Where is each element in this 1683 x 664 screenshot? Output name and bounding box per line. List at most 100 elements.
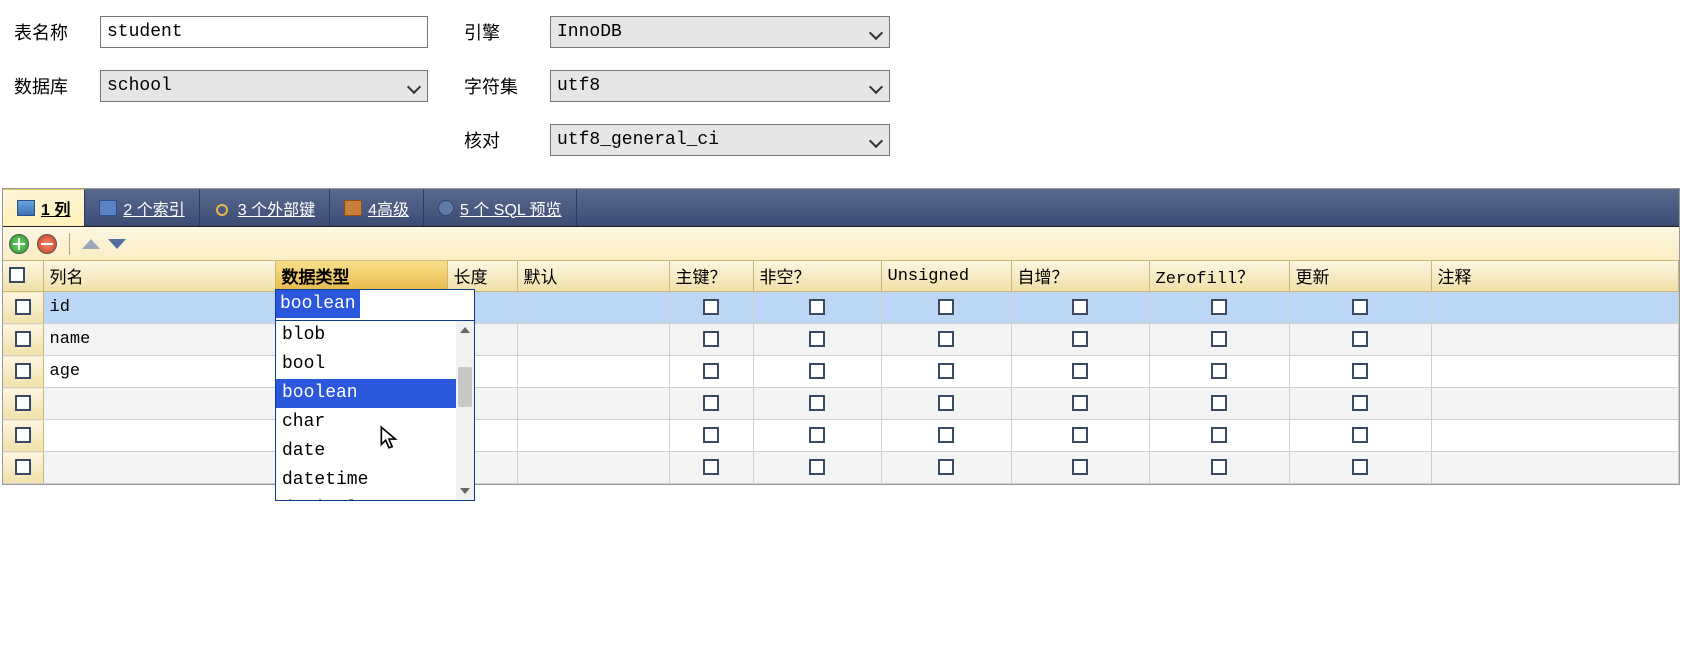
cell-nn[interactable] [753,452,881,484]
cell-default[interactable] [517,452,669,484]
header-update[interactable]: 更新 [1289,261,1431,292]
cell-comment[interactable] [1431,356,1679,388]
cell-ai[interactable] [1011,292,1149,324]
cell-comment[interactable] [1431,388,1679,420]
cell-zf[interactable] [1149,356,1289,388]
select-collation[interactable]: utf8_general_ci [550,124,890,156]
datatype-dropdown[interactable]: blobboolbooleanchardatedatetimedecimal [275,320,475,501]
row-select-cell[interactable] [3,324,43,356]
cell-ai[interactable] [1011,324,1149,356]
datatype-option[interactable]: bool [276,350,474,379]
cell-update[interactable] [1289,452,1431,484]
cell-default[interactable] [517,356,669,388]
cell-nn[interactable] [753,324,881,356]
cell-column-name[interactable] [43,452,275,484]
cell-update[interactable] [1289,292,1431,324]
cell-zf[interactable] [1149,388,1289,420]
cell-unsigned[interactable] [881,388,1011,420]
header-datatype[interactable]: 数据类型 [275,261,447,292]
cell-pk[interactable] [669,388,753,420]
tab-advanced[interactable]: 4高级 [330,189,424,226]
cell-default[interactable] [517,388,669,420]
cell-pk[interactable] [669,420,753,452]
header-primary-key[interactable]: 主键？ [669,261,753,292]
row-select-cell[interactable] [3,292,43,324]
cell-update[interactable] [1289,324,1431,356]
cell-default[interactable] [517,324,669,356]
scroll-thumb[interactable] [458,367,472,407]
cell-ai[interactable] [1011,452,1149,484]
cell-comment[interactable] [1431,292,1679,324]
select-engine[interactable]: InnoDB [550,16,890,48]
cell-unsigned[interactable] [881,452,1011,484]
cell-comment[interactable] [1431,420,1679,452]
cell-unsigned[interactable] [881,420,1011,452]
select-charset[interactable]: utf8 [550,70,890,102]
cell-nn[interactable] [753,356,881,388]
cell-pk[interactable] [669,292,753,324]
cell-nn[interactable] [753,292,881,324]
delete-row-button[interactable] [37,234,57,254]
cell-ai[interactable] [1011,420,1149,452]
cell-column-name[interactable]: name [43,324,275,356]
dropdown-scrollbar[interactable] [456,321,474,500]
cell-update[interactable] [1289,356,1431,388]
row-select-cell[interactable] [3,420,43,452]
cell-pk[interactable] [669,452,753,484]
cell-zf[interactable] [1149,452,1289,484]
datatype-cell-editor[interactable]: boolean [275,289,475,321]
cell-column-name[interactable]: id [43,292,275,324]
datatype-option[interactable]: boolean [276,379,474,408]
header-comment[interactable]: 注释 [1431,261,1679,292]
cell-comment[interactable] [1431,324,1679,356]
header-not-null[interactable]: 非空？ [753,261,881,292]
cell-default[interactable] [517,292,669,324]
cell-ai[interactable] [1011,388,1149,420]
cell-update[interactable] [1289,420,1431,452]
header-unsigned[interactable]: Unsigned [881,261,1011,292]
move-up-button[interactable] [82,239,100,249]
datatype-option[interactable]: decimal [276,495,474,500]
header-default[interactable]: 默认 [517,261,669,292]
scroll-up-button[interactable] [456,321,474,339]
datatype-option[interactable]: blob [276,321,474,350]
cell-ai[interactable] [1011,356,1149,388]
header-length[interactable]: 长度 [447,261,517,292]
row-select-cell[interactable] [3,388,43,420]
input-table-name[interactable] [100,16,428,48]
cell-nn[interactable] [753,420,881,452]
datatype-option[interactable]: datetime [276,466,474,495]
cell-comment[interactable] [1431,452,1679,484]
scroll-down-button[interactable] [456,482,474,500]
table-row[interactable] [3,452,1679,484]
move-down-button[interactable] [108,239,126,249]
table-row[interactable]: name [3,324,1679,356]
table-row[interactable] [3,420,1679,452]
cell-update[interactable] [1289,388,1431,420]
cell-unsigned[interactable] [881,324,1011,356]
select-database[interactable]: school [100,70,428,102]
table-row[interactable] [3,388,1679,420]
tab-sql-preview[interactable]: 5 个 SQL 预览 [424,189,577,226]
datatype-option[interactable]: char [276,408,474,437]
cell-pk[interactable] [669,324,753,356]
header-column-name[interactable]: 列名 [43,261,275,292]
cell-column-name[interactable]: age [43,356,275,388]
cell-unsigned[interactable] [881,292,1011,324]
tab-columns[interactable]: 1 列 [3,189,85,226]
cell-unsigned[interactable] [881,356,1011,388]
tab-foreign-keys[interactable]: 3 个外部键 [200,189,330,226]
row-select-cell[interactable] [3,452,43,484]
table-row[interactable]: id [3,292,1679,324]
cell-zf[interactable] [1149,324,1289,356]
cell-pk[interactable] [669,356,753,388]
datatype-option[interactable]: date [276,437,474,466]
cell-column-name[interactable] [43,388,275,420]
header-zerofill[interactable]: Zerofill？ [1149,261,1289,292]
cell-zf[interactable] [1149,292,1289,324]
cell-nn[interactable] [753,388,881,420]
header-select-all[interactable] [3,261,43,292]
cell-default[interactable] [517,420,669,452]
table-row[interactable]: age [3,356,1679,388]
row-select-cell[interactable] [3,356,43,388]
